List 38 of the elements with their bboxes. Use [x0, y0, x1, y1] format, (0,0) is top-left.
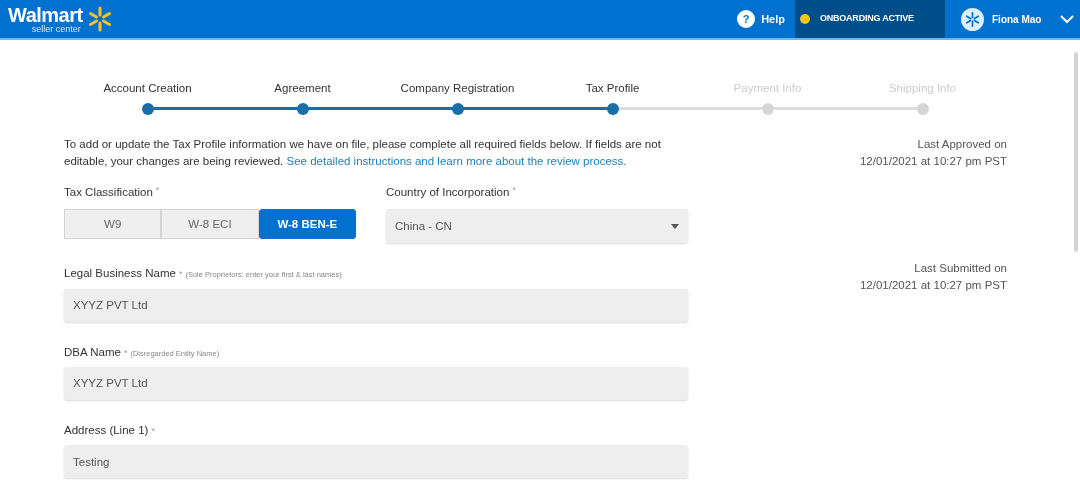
logo-tagline: seller center: [31, 24, 81, 34]
required-mark: *: [178, 268, 183, 282]
step-label[interactable]: Agreement: [274, 80, 331, 98]
tax-class-tab[interactable]: W-8 BEN-E: [258, 209, 356, 240]
last-approved-label: Last Approved on: [917, 137, 1007, 152]
last-submitted-date: 12/01/2021 at 10:27 pm PST: [859, 278, 1007, 293]
required-mark: *: [512, 184, 516, 197]
user-menu[interactable]: Fiona Mao: [945, 0, 1080, 38]
help-icon: ?: [737, 10, 756, 28]
step-label[interactable]: Company Registration: [400, 80, 515, 98]
field-label: Tax Classification: [64, 185, 153, 200]
required-mark: *: [155, 184, 160, 197]
text-field[interactable]: Testing: [64, 445, 688, 478]
help-button[interactable]: ? Help: [737, 0, 795, 38]
text-field[interactable]: XYYZ PVT Ltd: [64, 366, 688, 400]
field-label: Country of Incorporation: [386, 185, 510, 200]
field-label: DBA Name: [64, 344, 121, 360]
last-approved-date: 12/01/2021 at 10:27 pm PST: [859, 154, 1007, 169]
scrollbar-thumb[interactable]: [1074, 52, 1078, 252]
review-process-link[interactable]: See detailed instructions and learn more about the review process.: [286, 155, 627, 167]
tax-class-tab[interactable]: W-8 ECI: [161, 209, 259, 240]
chevron-down-icon: [1060, 14, 1074, 24]
required-mark: *: [123, 346, 128, 360]
intro-text: To add or update the Tax Profile information we have on file, please complete all required fields below. If fields are not editable, your changes are being reviewed. See detailed instructions and learn more about the review process.: [64, 137, 662, 169]
step-label[interactable]: Tax Profile: [585, 80, 640, 98]
status-label: ONBOARDING ACTIVE: [820, 12, 914, 26]
field-label: Legal Business Name: [64, 266, 176, 282]
spark-icon: [86, 6, 113, 32]
tax-class-tab[interactable]: W9: [64, 209, 162, 240]
last-submitted-label: Last Submitted on: [914, 261, 1007, 276]
dropdown-caret-icon: [671, 223, 679, 229]
step-label[interactable]: Account Creation: [103, 80, 192, 98]
logo-wordmark: Walmart: [8, 4, 83, 25]
text-field[interactable]: XYYZ PVT Ltd: [64, 288, 688, 322]
field-label: Address (Line 1): [64, 422, 149, 438]
avatar-icon: [961, 7, 984, 31]
required-mark: *: [151, 424, 155, 438]
country-select[interactable]: China - CN: [386, 209, 688, 244]
